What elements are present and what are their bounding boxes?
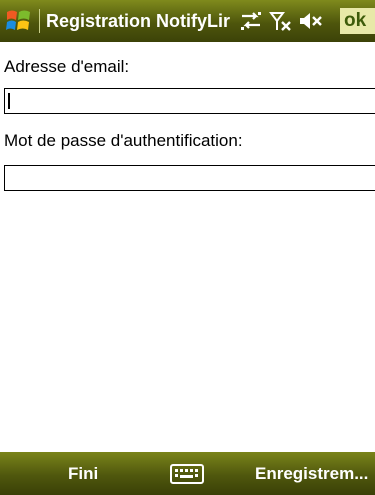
softkey-bar: Fini Enregistrem...	[0, 452, 375, 495]
password-label: Mot de passe d'authentification:	[4, 131, 243, 150]
title-separator	[39, 9, 40, 33]
registration-form: Adresse d'email: Mot de passe d'authenti…	[0, 42, 375, 452]
email-field[interactable]	[4, 88, 375, 114]
keyboard-icon[interactable]	[167, 463, 207, 485]
email-label: Adresse d'email:	[4, 57, 130, 76]
enregistrer-softkey[interactable]: Enregistrem...	[255, 452, 368, 495]
fini-softkey[interactable]: Fini	[68, 452, 98, 495]
speaker-muted-icon[interactable]	[298, 10, 324, 32]
password-input[interactable]	[5, 166, 375, 190]
password-field[interactable]	[4, 165, 375, 191]
text-caret	[8, 93, 10, 109]
windows-start-icon[interactable]	[4, 6, 34, 36]
email-input[interactable]	[5, 89, 375, 113]
ok-button[interactable]: ok	[340, 8, 375, 34]
signal-off-icon[interactable]	[268, 10, 294, 32]
title-bar: Registration NotifyLir ok	[0, 0, 375, 42]
connectivity-icon[interactable]	[238, 10, 264, 32]
window-title: Registration NotifyLir	[46, 11, 231, 31]
